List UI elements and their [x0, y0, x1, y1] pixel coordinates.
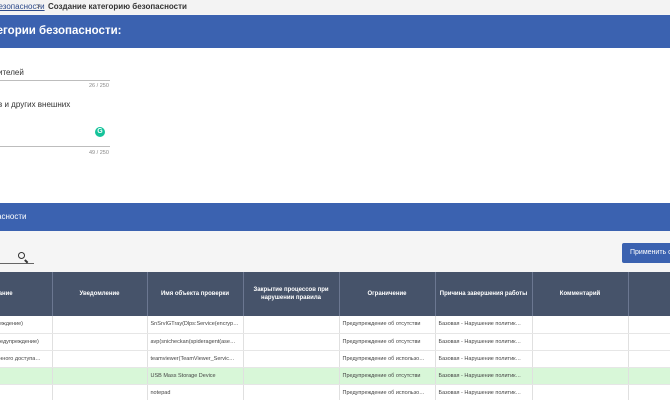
section-header: асности	[0, 203, 670, 231]
cell-object: teamviewer(TeamViewer_Servic…	[147, 350, 244, 368]
cell-comment	[532, 384, 629, 400]
cell-notification	[52, 384, 148, 400]
cell-close-processes	[243, 316, 340, 334]
search-input[interactable]	[0, 250, 34, 264]
form-header: тегории безопасности:	[0, 15, 670, 48]
cell-object: avp(snicheckan(spideragent(ase…	[147, 333, 244, 351]
cell-restriction: Предупреждение об использо…	[339, 350, 436, 368]
cell-reason: Базовая - Нарушение политик…	[435, 333, 533, 351]
cell-extra	[628, 350, 670, 368]
cell-reason: Базовая - Нарушение политик…	[435, 316, 533, 334]
cell-extra	[628, 316, 670, 334]
cell-restriction: Предупреждение об отсутстви	[339, 333, 436, 351]
column-header-notification[interactable]: Уведомление	[52, 272, 148, 316]
cell-notification	[52, 367, 148, 385]
cell-extra	[628, 367, 670, 385]
cell-close-processes	[243, 350, 340, 368]
column-header-restriction[interactable]: Ограничение	[339, 272, 436, 316]
name-field-counter: 26 / 250	[89, 83, 109, 89]
column-header-extra[interactable]	[628, 272, 670, 316]
cell-reason: Базовая - Нарушение политик…	[435, 384, 533, 400]
column-header-object[interactable]: Имя объекта проверки	[147, 272, 244, 316]
table-row[interactable]: notepad Предупреждение об использо… Базо…	[0, 384, 670, 400]
breadcrumb: безопасности > Создание категорию безопа…	[0, 0, 670, 14]
cell-name: ленного доступа…	[0, 350, 53, 368]
grammar-check-icon[interactable]: G	[95, 127, 105, 137]
description-field[interactable]: в и других внешних	[0, 100, 70, 109]
cell-notification	[52, 350, 148, 368]
column-header-close-processes[interactable]: Закрытие процессов при нарушении правила	[243, 272, 340, 316]
cell-comment	[532, 316, 629, 334]
rules-table: вание Уведомление Имя объекта проверки З…	[0, 272, 670, 400]
content-area: Применить с вание Уведомление Имя объект…	[0, 231, 670, 400]
cell-close-processes	[243, 367, 340, 385]
cell-object: USB Mass Storage Device	[147, 367, 244, 385]
cell-close-processes	[243, 333, 340, 351]
name-field[interactable]: ителей	[0, 68, 24, 77]
cell-name: Предупреждение)	[0, 333, 53, 351]
cell-name	[0, 384, 53, 400]
search-icon[interactable]	[18, 252, 25, 259]
cell-reason: Базовая - Нарушение политик…	[435, 350, 533, 368]
cell-object: SnSrvIGTray(Dlps:Service(encrypt…	[147, 316, 244, 334]
cell-name	[0, 367, 53, 385]
column-header-name[interactable]: вание	[0, 272, 53, 316]
breadcrumb-separator: >	[36, 2, 41, 11]
description-field-underline	[0, 146, 110, 147]
cell-close-processes	[243, 384, 340, 400]
cell-restriction: Предупреждение об отсутстви	[339, 316, 436, 334]
table-row[interactable]: преждение) SnSrvIGTray(Dlps:Service(encr…	[0, 316, 670, 334]
cell-comment	[532, 333, 629, 351]
table-row[interactable]: Предупреждение) avp(snicheckan(spiderage…	[0, 333, 670, 351]
table-row[interactable]: USB Mass Storage Device Предупреждение о…	[0, 367, 670, 385]
name-field-underline	[0, 80, 110, 81]
cell-comment	[532, 350, 629, 368]
form-header-title: тегории безопасности:	[0, 25, 122, 37]
cell-restriction: Предупреждение об отсутстви	[339, 367, 436, 385]
table-row[interactable]: ленного доступа… teamviewer(TeamViewer_S…	[0, 350, 670, 368]
column-header-reason[interactable]: Причина завершения работы	[435, 272, 533, 316]
section-header-title: асности	[0, 212, 27, 221]
description-field-counter: 49 / 250	[89, 150, 109, 156]
cell-reason: Базовая - Нарушение политик…	[435, 367, 533, 385]
cell-object: notepad	[147, 384, 244, 400]
breadcrumb-current: Создание категорию безопасности	[48, 2, 187, 11]
table-header-row: вание Уведомление Имя объекта проверки З…	[0, 272, 670, 316]
cell-extra	[628, 384, 670, 400]
column-header-comment[interactable]: Комментарий	[532, 272, 629, 316]
cell-name: преждение)	[0, 316, 53, 334]
cell-comment	[532, 367, 629, 385]
cell-extra	[628, 333, 670, 351]
cell-notification	[52, 316, 148, 334]
cell-notification	[52, 333, 148, 351]
form-panel: ителей 26 / 250 в и других внешних G 49 …	[0, 48, 670, 203]
cell-restriction: Предупреждение об использо…	[339, 384, 436, 400]
apply-button[interactable]: Применить с	[622, 243, 670, 263]
